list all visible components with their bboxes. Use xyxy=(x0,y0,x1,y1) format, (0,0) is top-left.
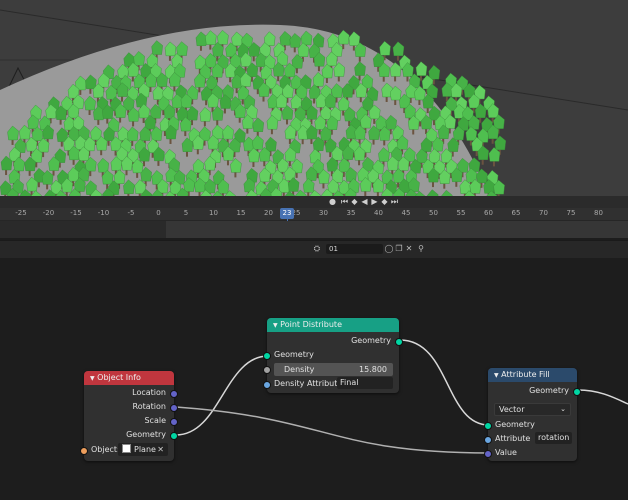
scale-socket[interactable] xyxy=(170,418,178,426)
geometry-output-socket[interactable] xyxy=(395,338,403,346)
clear-icon[interactable]: ✕ xyxy=(157,443,164,456)
frame-tick-label: 65 xyxy=(511,209,521,217)
value-label: Value xyxy=(495,448,517,457)
input-geometry: Geometry xyxy=(274,350,314,359)
record-icon[interactable]: ● xyxy=(328,197,337,206)
timeline-track[interactable] xyxy=(0,221,628,238)
output-location: Location xyxy=(132,388,166,397)
point-distribute-node[interactable]: ▼ Point Distribute Geometry Geometry Den… xyxy=(263,318,403,393)
current-frame-indicator[interactable]: 23 xyxy=(280,208,294,219)
attribute-fill-header[interactable]: ▼ Attribute Fill xyxy=(488,368,577,382)
play-reverse-icon[interactable]: ◀ xyxy=(360,197,369,206)
3d-viewport[interactable] xyxy=(0,0,628,196)
density-socket[interactable] xyxy=(263,366,271,374)
frame-tick-label: 75 xyxy=(566,209,576,217)
frame-tick-label: 35 xyxy=(346,209,356,217)
type-dropdown[interactable]: Vector ⌄ xyxy=(494,403,571,416)
point-distribute-header[interactable]: ▼ Point Distribute xyxy=(267,318,399,332)
object-info-node[interactable]: ▼ Object Info Location Rotation Scale Ge… xyxy=(80,371,178,461)
geometry-output-socket[interactable] xyxy=(170,432,178,440)
density-attribute-socket[interactable] xyxy=(263,381,271,389)
output-geometry: Geometry xyxy=(529,386,569,395)
location-socket[interactable] xyxy=(170,390,178,398)
object-input-socket[interactable] xyxy=(80,447,88,455)
frame-tick-label: 60 xyxy=(484,209,493,217)
rotation-socket[interactable] xyxy=(170,404,178,412)
frame-tick-label: -5 xyxy=(127,209,135,217)
density-label: Density xyxy=(284,365,315,374)
node-editor[interactable]: ▼ Object Info Location Rotation Scale Ge… xyxy=(0,258,628,500)
input-geometry: Geometry xyxy=(495,420,535,429)
frame-tick-label: 70 xyxy=(539,209,548,217)
geometry-input-socket[interactable] xyxy=(263,352,271,360)
prev-keyframe-icon[interactable]: ◆ xyxy=(350,197,359,206)
next-keyframe-icon[interactable]: ◆ xyxy=(380,197,389,206)
node-editor-header: ⛭ 01 ◯ ❐ ✕ ⚲ xyxy=(0,240,628,259)
attribute-name-field[interactable]: rotation xyxy=(535,432,572,444)
collapse-arrow-icon[interactable]: ▼ xyxy=(494,372,499,379)
frame-tick-label: 30 xyxy=(319,209,328,217)
output-geometry: Geometry xyxy=(351,336,391,345)
frame-tick-label: 40 xyxy=(374,209,383,217)
object-label: Object: xyxy=(91,445,120,454)
density-attribute-field[interactable]: Final xyxy=(337,377,393,389)
frame-tick-label: -20 xyxy=(42,209,55,217)
mesh-icon xyxy=(122,444,131,453)
object-info-header[interactable]: ▼ Object Info xyxy=(84,371,174,385)
collapse-arrow-icon[interactable]: ▼ xyxy=(90,375,95,382)
frame-tick-label: -15 xyxy=(70,209,82,217)
pin-icon[interactable]: ⚲ xyxy=(416,244,426,254)
frame-tick-label: 50 xyxy=(429,209,438,217)
frame-tick-label: 45 xyxy=(401,209,411,217)
density-field[interactable]: Density 15.800 xyxy=(274,363,393,376)
frame-tick-label: 55 xyxy=(456,209,466,217)
node-title: Attribute Fill xyxy=(501,370,550,379)
object-field[interactable]: Plane ✕ xyxy=(118,443,168,456)
density-attribute-label: Density Attribute xyxy=(274,379,343,388)
frame-tick-label: 5 xyxy=(183,209,189,217)
frame-tick-label: -25 xyxy=(15,209,27,217)
attribute-label: Attribute xyxy=(495,434,531,443)
node-title: Object Info xyxy=(97,373,141,382)
output-rotation: Rotation xyxy=(132,402,166,411)
tree xyxy=(488,147,501,167)
node-title: Point Distribute xyxy=(280,320,342,329)
node-tree-icon[interactable]: ⛭ xyxy=(312,244,322,254)
timeline-controls: ● ⏮ ◆ ◀ ▶ ◆ ⏭ xyxy=(0,196,628,208)
frame-tick-label: 10 xyxy=(209,209,218,217)
copy-icon[interactable]: ❐ xyxy=(394,244,404,254)
density-value: 15.800 xyxy=(359,365,387,374)
frame-tick-label: 15 xyxy=(236,209,246,217)
shield-icon[interactable]: ◯ xyxy=(384,244,394,254)
forest-scene xyxy=(0,9,628,196)
collapse-arrow-icon[interactable]: ▼ xyxy=(273,322,278,329)
link-attribute-fill-output xyxy=(577,389,628,405)
frame-tick-label: 0 xyxy=(156,209,161,217)
jump-end-icon[interactable]: ⏭ xyxy=(390,197,399,206)
value-socket[interactable] xyxy=(484,450,492,458)
chevron-down-icon: ⌄ xyxy=(560,405,566,413)
frame-ruler[interactable]: -25 -20 -15 -10 -5 0 5 10 15 20 25 30 35 40 45 50 55 60 65… xyxy=(0,208,628,221)
play-icon[interactable]: ▶ xyxy=(370,197,379,206)
link-distribute-to-attribute-fill xyxy=(399,339,490,426)
object-value: Plane xyxy=(134,445,156,454)
link-rotation-to-value xyxy=(175,406,490,454)
frame-tick-label: 80 xyxy=(594,209,603,217)
attribute-fill-node[interactable]: ▼ Attribute Fill Geometry Vector ⌄ Geome… xyxy=(484,368,581,461)
geometry-input-socket[interactable] xyxy=(484,422,492,430)
type-value: Vector xyxy=(499,405,525,414)
frame-range xyxy=(166,221,628,238)
attribute-socket[interactable] xyxy=(484,436,492,444)
node-tree-name-field[interactable]: 01 xyxy=(326,244,383,254)
jump-start-icon[interactable]: ⏮ xyxy=(340,197,349,206)
frame-tick-label: 20 xyxy=(264,209,273,217)
close-icon[interactable]: ✕ xyxy=(404,244,414,254)
output-geometry: Geometry xyxy=(126,430,166,439)
link-object-geometry-to-distribute xyxy=(175,355,269,436)
frame-tick-label: -10 xyxy=(97,209,110,217)
geometry-output-socket[interactable] xyxy=(573,388,581,396)
output-scale: Scale xyxy=(144,416,166,425)
